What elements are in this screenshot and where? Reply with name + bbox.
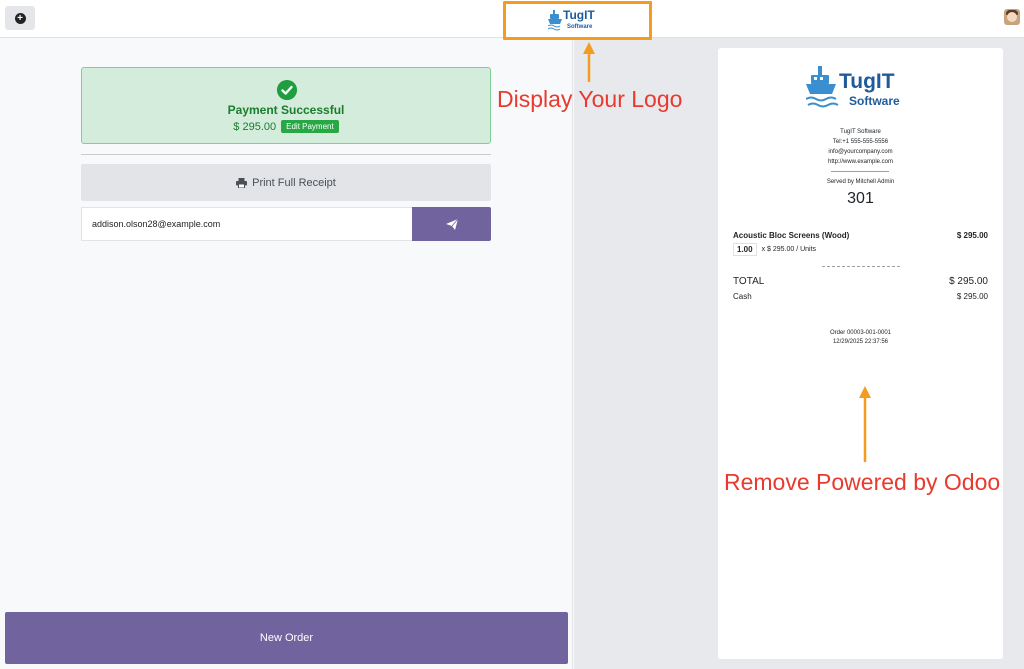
paper-plane-icon (445, 218, 458, 230)
annotation-remove-powered: Remove Powered by Odoo (724, 469, 1001, 495)
receipt: TugIT Software TugIT Software Tel:+1 555… (718, 48, 1003, 659)
payment-status: Payment Successful (227, 103, 345, 117)
new-order-button[interactable]: New Order (5, 612, 568, 664)
payment-panel: Payment Successful $ 295.00 Edit Payment… (0, 38, 573, 669)
receipt-logo-tagline: Software (849, 94, 900, 108)
receipt-line-price: $ 295.00 (956, 231, 988, 240)
receipt-preview-panel: TugIT Software TugIT Software Tel:+1 555… (574, 38, 1024, 669)
receipt-line-qty: 1.00 (733, 243, 757, 256)
receipt-email: info@yourcompany.com (828, 149, 893, 155)
receipt-total-value: $ 295.00 (949, 276, 988, 287)
receipt-payment-method: Cash (733, 292, 752, 301)
print-receipt-button[interactable]: Print Full Receipt (81, 164, 491, 201)
receipt-website: http://www.example.com (827, 159, 894, 165)
check-circle-icon (277, 80, 297, 100)
receipt-served-by: Served by Mitchell Admin (826, 179, 895, 185)
email-receipt-row (81, 207, 491, 241)
receipt-logo-name: TugIT (839, 70, 895, 93)
print-receipt-label: Print Full Receipt (252, 176, 336, 189)
payment-amount: $ 295.00 (233, 120, 277, 133)
logo-highlight-box (503, 1, 652, 40)
receipt-tel: Tel:+1 555-555-5556 (832, 139, 889, 145)
receipt-payment-value: $ 295.00 (956, 292, 988, 301)
receipt-separator (831, 171, 889, 172)
plus-circle-icon: + (14, 12, 26, 24)
payment-success-box: Payment Successful $ 295.00 Edit Payment (81, 67, 491, 144)
printer-icon (236, 177, 248, 188)
divider (81, 154, 491, 155)
user-avatar[interactable] (1004, 9, 1020, 25)
receipt-line-unit-price: x $ 295.00 / Units (761, 246, 817, 253)
edit-payment-button[interactable]: Edit Payment (281, 120, 339, 133)
receipt-line-qty-row: 1.00 x $ 295.00 / Units (733, 243, 816, 256)
receipt-order-number: 301 (847, 190, 874, 207)
receipt-order-ref: Order 00003-001-0001 (829, 330, 892, 336)
add-order-button[interactable]: + (5, 6, 35, 30)
send-email-button[interactable] (412, 207, 491, 241)
receipt-line-product: Acoustic Bloc Screens (Wood) (733, 231, 850, 240)
receipt-total-label: TOTAL (733, 276, 765, 287)
annotation-display-logo: Display Your Logo (497, 86, 683, 112)
email-field[interactable] (81, 207, 412, 241)
receipt-logo: TugIT Software (806, 66, 900, 108)
receipt-separator (822, 266, 900, 267)
receipt-company: TugIT Software (840, 129, 881, 135)
receipt-datetime: 12/29/2025 22:37:56 (832, 339, 889, 345)
